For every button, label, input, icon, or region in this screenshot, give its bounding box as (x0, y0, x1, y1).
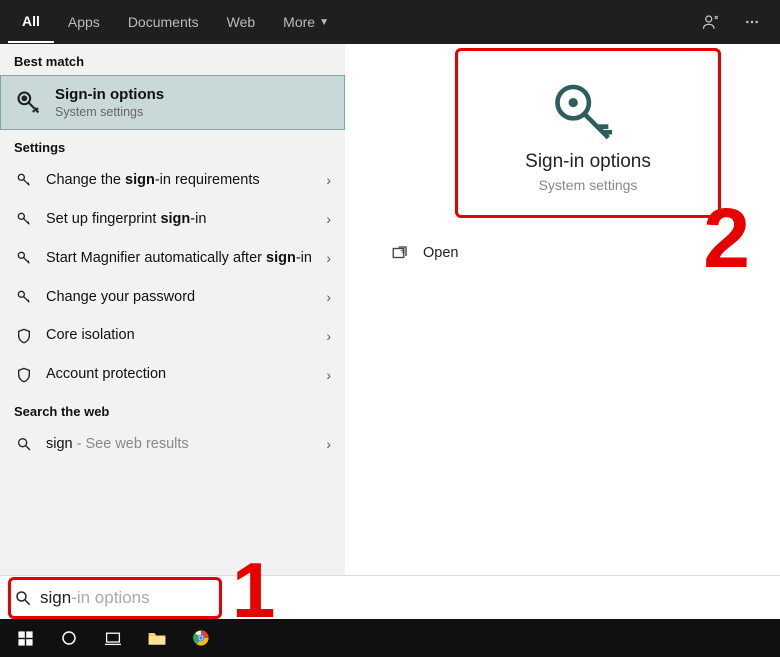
key-icon (14, 289, 34, 305)
web-search-item[interactable]: sign - See web results › (0, 425, 345, 464)
settings-item-label: Start Magnifier automatically after sign… (46, 249, 314, 268)
tab-all[interactable]: All (8, 1, 54, 43)
key-icon (14, 172, 34, 188)
key-icon (551, 79, 625, 141)
open-icon (391, 244, 409, 262)
feedback-icon[interactable] (690, 3, 732, 41)
section-settings: Settings (0, 130, 345, 161)
more-options-icon[interactable] (732, 4, 772, 40)
open-action[interactable]: Open (391, 244, 458, 262)
settings-item[interactable]: Account protection › (0, 355, 345, 394)
chevron-right-icon: › (326, 250, 335, 266)
preview-title: Sign-in options (525, 151, 651, 173)
settings-item[interactable]: Set up fingerprint sign-in › (0, 200, 345, 239)
open-label: Open (423, 245, 458, 261)
chevron-right-icon: › (326, 367, 335, 383)
shield-icon (14, 367, 34, 383)
tab-web[interactable]: Web (213, 2, 270, 42)
settings-item-label: Account protection (46, 365, 314, 384)
key-icon (14, 211, 34, 227)
preview-subtitle: System settings (539, 177, 638, 193)
settings-item[interactable]: Core isolation › (0, 316, 345, 355)
file-explorer-icon[interactable] (136, 621, 178, 655)
tab-more[interactable]: More ▼ (269, 2, 343, 42)
settings-item-label: Core isolation (46, 326, 314, 345)
key-icon (14, 250, 34, 266)
annotation-number-1: 1 (232, 559, 275, 621)
preview-panel: Sign-in options System settings 2 Open (345, 44, 780, 616)
start-button[interactable] (4, 621, 46, 655)
search-results-area: Best match Sign-in options System settin… (0, 44, 780, 616)
search-tabs-bar: All Apps Documents Web More ▼ (0, 0, 780, 44)
settings-item[interactable]: Change your password › (0, 278, 345, 317)
chevron-right-icon: › (326, 436, 335, 452)
chevron-right-icon: › (326, 172, 335, 188)
settings-item-label: Set up fingerprint sign-in (46, 210, 314, 229)
chevron-right-icon: › (326, 289, 335, 305)
section-search-web: Search the web (0, 394, 345, 425)
settings-list: Change the sign-in requirements › Set up… (0, 161, 345, 394)
cortana-icon[interactable] (48, 621, 90, 655)
chevron-down-icon: ▼ (319, 17, 329, 28)
best-match-result[interactable]: Sign-in options System settings (0, 75, 345, 130)
tab-apps[interactable]: Apps (54, 2, 114, 42)
chevron-right-icon: › (326, 328, 335, 344)
chrome-icon[interactable] (180, 621, 222, 655)
search-input-text: sign-in options (40, 588, 150, 608)
key-icon (15, 89, 43, 117)
task-view-icon[interactable] (92, 621, 134, 655)
results-left-column: Best match Sign-in options System settin… (0, 44, 345, 616)
settings-item[interactable]: Change the sign-in requirements › (0, 161, 345, 200)
annotation-number-2: 2 (703, 190, 750, 287)
settings-item-label: Change your password (46, 288, 314, 307)
best-match-title: Sign-in options (55, 86, 164, 103)
search-icon (14, 589, 32, 607)
best-match-subtitle: System settings (55, 105, 164, 119)
chevron-right-icon: › (326, 211, 335, 227)
annotation-box-2: Sign-in options System settings (455, 48, 721, 218)
section-best-match: Best match (0, 44, 345, 75)
search-input-bar[interactable]: sign-in options (0, 575, 780, 619)
search-icon (14, 436, 34, 452)
tab-documents[interactable]: Documents (114, 2, 213, 42)
settings-item[interactable]: Start Magnifier automatically after sign… (0, 239, 345, 278)
shield-icon (14, 328, 34, 344)
web-search-label: sign - See web results (46, 435, 314, 454)
settings-item-label: Change the sign-in requirements (46, 171, 314, 190)
taskbar (0, 619, 780, 657)
